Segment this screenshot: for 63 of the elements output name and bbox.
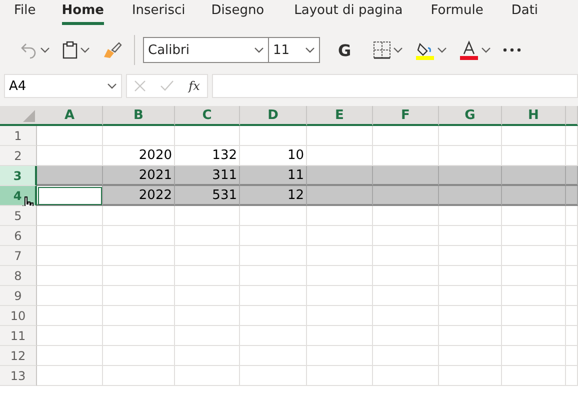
- row-header[interactable]: 8: [0, 266, 37, 286]
- ribbon-tab[interactable]: Disegno: [211, 0, 264, 25]
- table-cell: 2021: [103, 166, 175, 186]
- formula-field[interactable]: [212, 74, 578, 98]
- chevron-down-icon: [437, 47, 448, 53]
- paintbrush-icon: [102, 41, 122, 59]
- table-cell: 11: [240, 166, 307, 186]
- ribbon-tab[interactable]: Formule: [430, 0, 484, 25]
- ribbon-tab[interactable]: Inserisci: [132, 0, 186, 25]
- row-header[interactable]: 7: [0, 246, 37, 266]
- table-cell: 10: [240, 146, 307, 166]
- row-header[interactable]: 5: [0, 206, 37, 226]
- chevron-down-icon: [40, 47, 50, 53]
- column-header[interactable]: G: [439, 106, 502, 126]
- table-cell: 2022: [103, 186, 175, 206]
- column-header[interactable]: E: [307, 106, 373, 126]
- row-header[interactable]: 3: [0, 166, 37, 186]
- table-cell: 311: [175, 166, 240, 186]
- font-color-icon: [459, 40, 480, 60]
- chevron-down-icon: [107, 83, 117, 89]
- chevron-down-icon: [305, 47, 315, 53]
- row-header[interactable]: 12: [0, 346, 37, 366]
- corner-triangle-icon: [23, 110, 35, 122]
- row-header[interactable]: 10: [0, 306, 37, 326]
- chevron-down-icon: [481, 47, 492, 53]
- column-header[interactable]: B: [103, 106, 175, 126]
- row-header[interactable]: 1: [0, 126, 37, 146]
- borders-icon: [373, 41, 392, 59]
- row-header[interactable]: 11: [0, 326, 37, 346]
- chevron-down-icon: [80, 47, 90, 53]
- table-cell: 531: [175, 186, 240, 206]
- undo-icon: [20, 41, 38, 59]
- column-header[interactable]: A: [37, 106, 103, 126]
- name-box[interactable]: A4: [4, 74, 122, 98]
- font-name-field[interactable]: Calibri: [143, 37, 269, 63]
- column-header[interactable]: F: [373, 106, 439, 126]
- select-all-button[interactable]: [0, 106, 37, 126]
- column-header[interactable]: H: [502, 106, 566, 126]
- clipboard-icon: [62, 41, 78, 59]
- chevron-down-icon: [254, 47, 264, 53]
- fill-bucket-icon: [415, 40, 436, 60]
- row-header[interactable]: 6: [0, 226, 37, 246]
- column-header[interactable]: D: [240, 106, 307, 126]
- table-cell: 132: [175, 146, 240, 166]
- column-header[interactable]: C: [175, 106, 240, 126]
- bold-button[interactable]: G: [324, 40, 366, 60]
- row-header[interactable]: 2: [0, 146, 37, 166]
- row-header[interactable]: 4: [0, 186, 37, 206]
- insert-function-button[interactable]: fx: [188, 79, 200, 93]
- chevron-down-icon: [393, 47, 404, 53]
- table-cell: 2020: [103, 146, 175, 166]
- ribbon-tab[interactable]: Home: [62, 0, 104, 25]
- more-icon: [503, 48, 522, 52]
- checkmark-icon[interactable]: [160, 80, 174, 92]
- ribbon-tab[interactable]: Layout di pagina: [294, 0, 403, 25]
- active-cell[interactable]: [37, 186, 103, 206]
- ribbon-tab[interactable]: File: [14, 0, 36, 25]
- ribbon-tab[interactable]: Dati: [511, 0, 538, 25]
- font-size-field[interactable]: 11: [268, 37, 320, 63]
- row-header[interactable]: 9: [0, 286, 37, 306]
- table-cell: 12: [240, 186, 307, 206]
- row-header[interactable]: 13: [0, 366, 37, 386]
- column-header[interactable]: [566, 106, 578, 126]
